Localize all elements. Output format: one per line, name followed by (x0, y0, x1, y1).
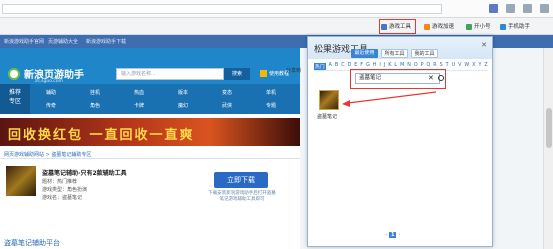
alphabet-letter[interactable]: Y (478, 63, 481, 70)
game-thumbnail[interactable] (6, 166, 36, 196)
address-bar[interactable] (2, 4, 442, 14)
game-accel-button[interactable]: 游戏加速 (424, 22, 454, 32)
alphabet-letter[interactable]: C (341, 63, 344, 70)
phone-icon (500, 24, 506, 30)
site-search-button[interactable]: 搜索 (224, 68, 250, 80)
result-game-icon[interactable] (319, 90, 339, 110)
alphabet-letter[interactable]: Z (484, 63, 487, 70)
nav-item[interactable]: 武侠 (222, 102, 232, 109)
maximize-icon[interactable] (523, 4, 532, 13)
nav-item[interactable]: 变态 (222, 89, 232, 96)
alphabet-letter[interactable]: V (458, 63, 461, 70)
nav-item[interactable]: 挂机 (90, 89, 100, 96)
divider (0, 158, 300, 159)
page-scrollbar[interactable] (543, 48, 553, 249)
alphabet-letter[interactable]: B (335, 63, 338, 70)
alphabet-letter[interactable]: A (329, 63, 332, 70)
share-label[interactable]: 分享到 (286, 67, 301, 74)
open-small-button[interactable]: 开小号 (466, 22, 491, 32)
game-meta: 题材：热门推荐 (42, 179, 78, 185)
site-nav: 推荐 专区 辅助 挂机 热血 版本 变态 单机 传奇 角色 卡牌 魔幻 武侠 专题 (0, 84, 300, 114)
result-game-name[interactable]: 盗墓笔记 (317, 113, 337, 120)
nav-item[interactable]: 卡牌 (134, 102, 144, 109)
tutorial-link[interactable]: 使用教程 (260, 70, 289, 77)
close-icon[interactable]: ✕ (481, 41, 487, 49)
tab-my-tools[interactable]: 我的工具 (411, 49, 438, 58)
site-search-input[interactable]: 输入游戏名称... (116, 68, 224, 80)
alphabet-letter[interactable]: 热门 (314, 63, 326, 70)
nav-item[interactable]: 版本 (178, 89, 188, 96)
nav-recommend-zone[interactable]: 推荐 专区 (0, 84, 30, 114)
nav-item[interactable]: 魔幻 (178, 102, 188, 109)
browser-title-bar (0, 0, 553, 18)
nav-item[interactable]: 辅助 (46, 89, 56, 96)
book-icon (260, 70, 267, 77)
alphabet-letter[interactable]: X (472, 63, 475, 70)
tab-recent[interactable]: 最近使用 (351, 49, 378, 58)
nav-item[interactable]: 单机 (266, 89, 276, 96)
banner-text: 回收换红包 一直回收一直爽 (8, 128, 195, 143)
breadcrumb[interactable]: 网页游戏辅助网站 > 盗墓笔记辅助专区 (4, 151, 91, 158)
user-icon[interactable] (489, 4, 498, 13)
nav-item[interactable]: 传奇 (46, 102, 56, 109)
window-controls (489, 4, 549, 13)
page-current[interactable]: 1 (389, 232, 397, 238)
alphabet-letter[interactable]: W (464, 63, 469, 70)
tab-all-tools[interactable]: 所有工具 (381, 49, 408, 58)
bookmark-2[interactable]: 新浪游戏助手下载 (86, 38, 126, 45)
scrollbar-thumb[interactable] (546, 108, 552, 148)
pagination: ‹ 1 › (385, 232, 401, 238)
game-title: 盗墓笔记辅助-只有2款辅助工具 (42, 170, 127, 177)
search-icon[interactable] (438, 75, 444, 81)
site-header: 新浪页游助手 zs.sguo.com 输入游戏名称... 搜索 使用教程 (0, 48, 300, 84)
close-icon[interactable] (540, 4, 549, 13)
download-button[interactable]: 立即下载 (214, 172, 268, 188)
game-meta: 游戏类型：角色扮演 (42, 187, 88, 193)
browser-toolbar: 游戏工具 游戏加速 开小号 手机助手 (0, 18, 553, 35)
game-tools-popup: 松果游戏工具 ✕ 最近使用 所有工具 我的工具 热门 A B C D E F G H I J K L M N… (307, 36, 493, 247)
promo-banner[interactable]: 回收换红包 一直回收一直爽 (0, 118, 300, 146)
logo-icon (8, 68, 20, 80)
bookmark-0[interactable]: 新浪游戏助手官网 (4, 38, 44, 45)
nav-item[interactable]: 专题 (266, 102, 276, 109)
alphabet-letter[interactable]: T (446, 63, 449, 70)
bookmark-1[interactable]: 页游辅助大全 (48, 38, 78, 45)
section-title: 盗墓笔记辅助平台 (4, 239, 60, 247)
alphabet-letter[interactable]: U (452, 63, 456, 70)
lightning-icon (424, 24, 430, 30)
game-meta: 游戏名：盗墓笔记 (42, 195, 83, 201)
nav-item[interactable]: 角色 (90, 102, 100, 109)
mobile-assistant-button[interactable]: 手机助手 (500, 22, 530, 32)
minimize-icon[interactable] (506, 4, 515, 13)
clear-icon[interactable]: ✕ (428, 73, 434, 84)
game-tools-highlight (379, 19, 416, 34)
window-icon (466, 24, 472, 30)
nav-item[interactable]: 热血 (134, 89, 144, 96)
download-note: 下载安装新浪游戏助手后打开盗墓笔记游戏辅助工具即可 (208, 191, 276, 202)
